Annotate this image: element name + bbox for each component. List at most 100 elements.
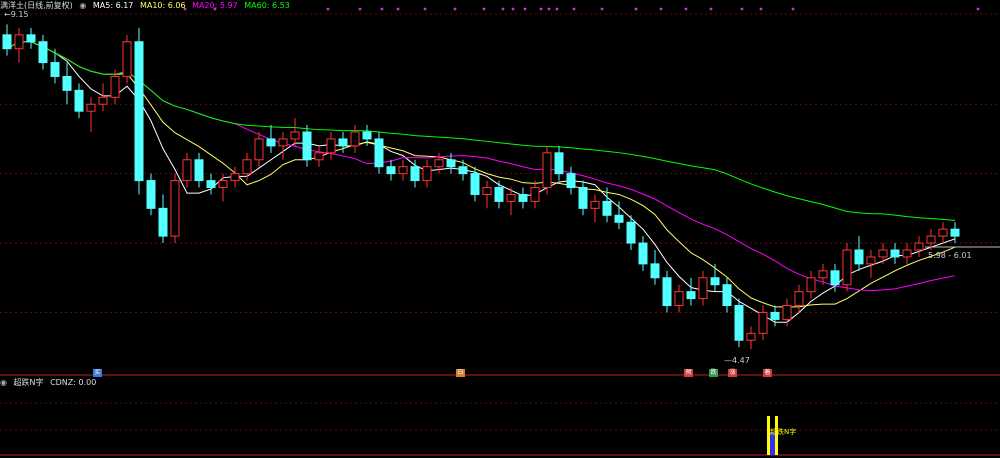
candle-body [446, 159, 456, 168]
candle-body [938, 228, 948, 237]
signal-marker-2: 预 [684, 369, 693, 377]
settings-icon[interactable]: ◉ [79, 1, 86, 10]
low-price-label: —4.47 [724, 356, 750, 365]
candle-body [530, 187, 540, 202]
candle [638, 236, 648, 271]
candle-body [794, 291, 804, 307]
candle-body [134, 41, 144, 182]
candle [938, 222, 948, 244]
candle [722, 277, 732, 313]
candle [26, 27, 36, 49]
candle-body [590, 200, 600, 209]
signal-dot [511, 7, 515, 11]
candle-body [950, 228, 960, 237]
signal-dot [976, 7, 980, 11]
signal-dot [659, 7, 663, 11]
range-label: 5.98 - 6.01 [928, 251, 972, 260]
candle [650, 250, 660, 285]
candle [398, 159, 408, 181]
candle [578, 180, 588, 216]
candle-body [518, 193, 528, 202]
candle-body [506, 193, 516, 202]
candles [2, 24, 960, 350]
candle-body [746, 332, 756, 341]
candle-body [254, 138, 264, 161]
candle [758, 305, 768, 341]
candle-body [926, 235, 936, 244]
candle-body [170, 180, 180, 237]
candle-body [638, 242, 648, 265]
candle [254, 132, 264, 167]
candle-body [578, 187, 588, 209]
candle-body [302, 131, 312, 161]
signal-dot [684, 7, 688, 11]
candle-body [602, 200, 612, 216]
candle [794, 284, 804, 313]
candle [206, 173, 216, 195]
candle [614, 201, 624, 230]
candle-body [674, 291, 684, 307]
candle [278, 132, 288, 160]
signal-marker-4: 涨 [728, 369, 737, 377]
signal-marker-0: 买 [93, 369, 102, 377]
indicator-header: ◉ 超跌N字 CDNZ: 0.00 [0, 377, 100, 388]
candle-body [182, 159, 192, 182]
candle [482, 180, 492, 209]
candle [710, 263, 720, 292]
candle-body [818, 270, 828, 279]
candle-body [782, 305, 792, 320]
candle-body [14, 34, 24, 50]
candle [746, 326, 756, 350]
candle [434, 152, 444, 174]
candle [386, 159, 396, 181]
candle [806, 270, 816, 299]
top-signal-dots [183, 7, 980, 11]
candle-body [482, 187, 492, 195]
candle [554, 145, 564, 181]
candle [134, 27, 144, 195]
candle [698, 270, 708, 306]
signal-dot [555, 7, 559, 11]
candle-body [290, 131, 300, 140]
candle-body [374, 138, 384, 168]
candle [674, 284, 684, 313]
candle-body [242, 159, 252, 175]
candle-body [398, 166, 408, 175]
signal-dot [396, 7, 400, 11]
candle-body [86, 103, 96, 112]
candle-body [410, 166, 420, 182]
candle-body [698, 277, 708, 300]
candle [122, 34, 132, 84]
candle [530, 180, 540, 209]
candle [458, 159, 468, 181]
candle-body [2, 34, 12, 50]
candle-body [722, 284, 732, 307]
signal-marker-5: 着 [763, 369, 772, 377]
signal-dot [547, 7, 551, 11]
candle-body [470, 173, 480, 195]
candle-body [362, 131, 372, 140]
candle-body [686, 291, 696, 300]
stock-name: 满洋土(日线,前复权) [0, 1, 73, 10]
candle [410, 159, 420, 188]
candle [866, 250, 876, 278]
candle [374, 132, 384, 174]
candle-body [146, 180, 156, 209]
candle [98, 83, 108, 112]
candle [158, 194, 168, 244]
candle [38, 34, 48, 70]
candle-body [110, 75, 120, 98]
candlestick-chart [0, 7, 1000, 456]
signal-dot [759, 7, 763, 11]
candle-body [386, 166, 396, 175]
candle [854, 236, 864, 271]
candle-body [866, 256, 876, 265]
signal-marker-3: 跌 [709, 369, 718, 377]
candle [590, 194, 600, 223]
candle [170, 173, 180, 244]
candle [902, 243, 912, 264]
candle-body [914, 242, 924, 251]
indicator-settings-icon[interactable]: ◉ [0, 378, 7, 387]
candle-body [230, 173, 240, 182]
signal-dot [326, 7, 330, 11]
